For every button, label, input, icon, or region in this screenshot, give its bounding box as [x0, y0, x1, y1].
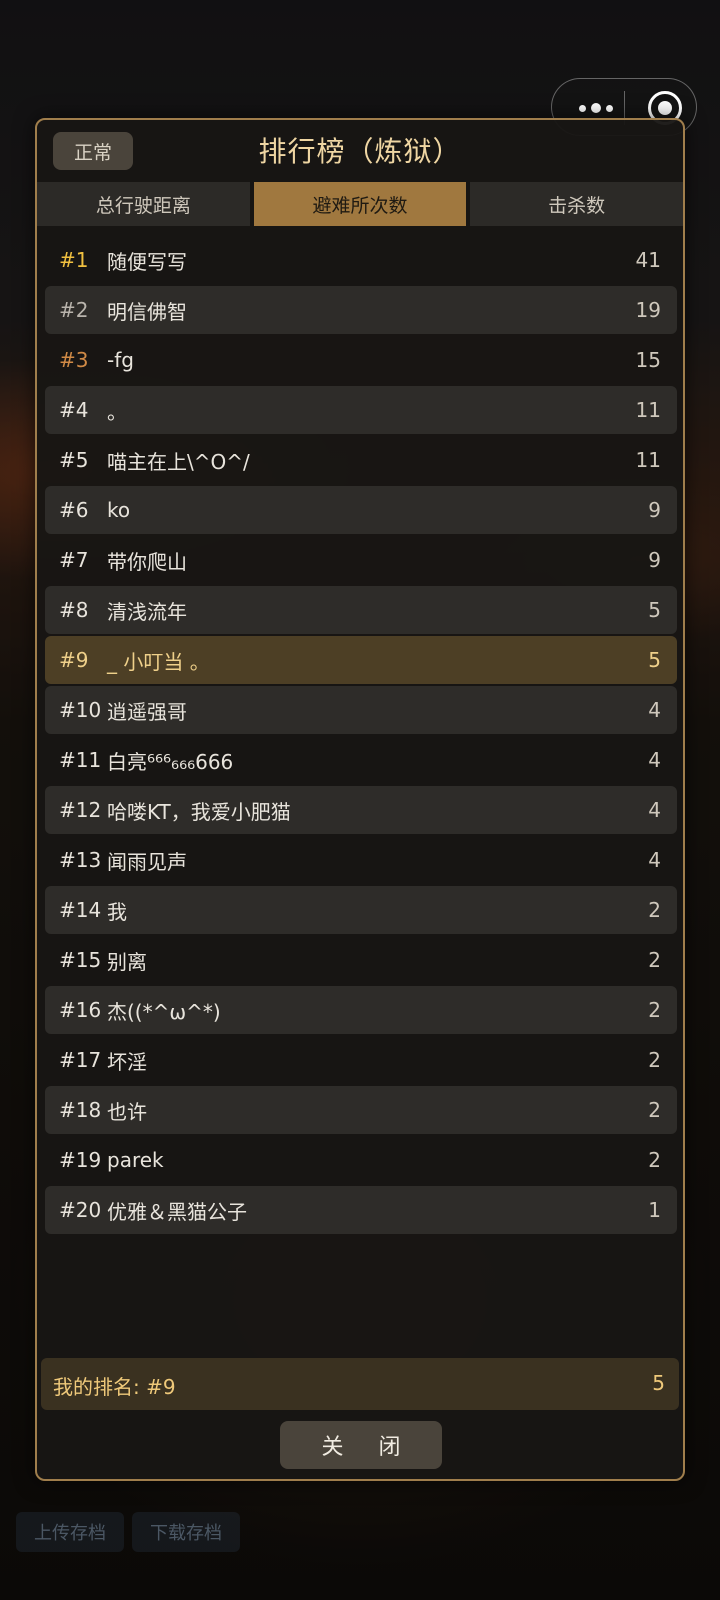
ranking-row: #9 _ 小叮当 。 5 — [45, 636, 677, 684]
row-rank: #1 — [59, 248, 89, 272]
more-menu-icon[interactable] — [570, 97, 622, 119]
ranking-row: #2 明信佛智 19 — [45, 286, 677, 334]
ranking-row: #6 ko 9 — [45, 486, 677, 534]
row-rank: #14 — [59, 898, 102, 922]
row-rank: #10 — [59, 698, 102, 722]
row-player-name: 逍遥强哥 — [107, 699, 187, 724]
row-rank: #18 — [59, 1098, 102, 1122]
row-rank: #19 — [59, 1148, 102, 1172]
row-player-name: -fg — [107, 348, 134, 372]
row-rank: #3 — [59, 348, 89, 372]
ranking-row: #7 带你爬山 9 — [45, 536, 677, 584]
tab-total-distance[interactable]: 总行驶距离 — [37, 182, 250, 226]
row-player-name: _ 小叮当 。 — [107, 649, 210, 674]
row-rank: #2 — [59, 298, 89, 322]
row-rank: #15 — [59, 948, 102, 972]
tab-kill-count[interactable]: 击杀数 — [470, 182, 684, 226]
row-player-name: 清浅流年 — [107, 599, 187, 624]
row-player-name: 明信佛智 — [107, 299, 187, 324]
row-value: 1 — [648, 1198, 661, 1222]
row-rank: #9 — [59, 648, 89, 672]
ranking-row: #14 我 2 — [45, 886, 677, 934]
ranking-row: #19 parek 2 — [45, 1136, 677, 1184]
row-value: 4 — [648, 798, 661, 822]
row-player-name: 哈喽KT，我爱小肥猫 — [107, 799, 291, 824]
ranking-row: #15 别离 2 — [45, 936, 677, 984]
ranking-row: #8 清浅流年 5 — [45, 586, 677, 634]
row-player-name: 坏淫 — [107, 1049, 147, 1074]
download-save-button: 下载存档 — [132, 1512, 240, 1552]
leaderboard-panel: 正常 排行榜（炼狱） 总行驶距离 避难所次数 击杀数 #1 随便写写 41 #2 明信佛… — [35, 118, 685, 1481]
my-rank-value: 5 — [652, 1371, 665, 1395]
row-player-name: 。 — [107, 399, 127, 424]
ranking-row: #4 。 11 — [45, 386, 677, 434]
row-value: 2 — [648, 998, 661, 1022]
row-rank: #17 — [59, 1048, 102, 1072]
row-player-name: 白亮⁶⁶⁶₆₆₆666 — [107, 749, 234, 774]
row-value: 4 — [648, 698, 661, 722]
row-player-name: 别离 — [107, 949, 147, 974]
leaderboard-tabs: 总行驶距离 避难所次数 击杀数 — [37, 182, 684, 226]
row-value: 11 — [635, 448, 661, 472]
my-rank-label: 我的排名: #9 — [53, 1375, 176, 1399]
row-value: 41 — [635, 248, 661, 272]
row-player-name: 随便写写 — [107, 249, 187, 274]
row-rank: #6 — [59, 498, 89, 522]
row-player-name: parek — [107, 1148, 164, 1172]
row-value: 11 — [635, 398, 661, 422]
row-rank: #5 — [59, 448, 89, 472]
row-rank: #11 — [59, 748, 102, 772]
row-value: 2 — [648, 898, 661, 922]
my-rank-bar: 我的排名: #9 5 — [41, 1358, 679, 1410]
ranking-row: #17 坏淫 2 — [45, 1036, 677, 1084]
ranking-row: #5 喵主在上\^O^/ 11 — [45, 436, 677, 484]
row-rank: #20 — [59, 1198, 102, 1222]
row-value: 5 — [648, 648, 661, 672]
upload-save-button: 上传存档 — [16, 1512, 124, 1552]
row-value: 5 — [648, 598, 661, 622]
ranking-row: #13 闻雨见声 4 — [45, 836, 677, 884]
row-player-name: 闻雨见声 — [107, 849, 187, 874]
row-value: 19 — [635, 298, 661, 322]
row-rank: #8 — [59, 598, 89, 622]
row-value: 2 — [648, 1148, 661, 1172]
ranking-row: #18 也许 2 — [45, 1086, 677, 1134]
row-player-name: 喵主在上\^O^/ — [107, 449, 250, 474]
row-player-name: 也许 — [107, 1099, 147, 1124]
row-value: 2 — [648, 948, 661, 972]
row-rank: #4 — [59, 398, 89, 422]
ranking-row: #1 随便写写 41 — [45, 236, 677, 284]
row-value: 15 — [635, 348, 661, 372]
row-value: 2 — [648, 1048, 661, 1072]
row-rank: #13 — [59, 848, 102, 872]
row-rank: #12 — [59, 798, 102, 822]
row-value: 2 — [648, 1098, 661, 1122]
ranking-list: #1 随便写写 41 #2 明信佛智 19 #3 -fg 15 #4。 11 #5 喵主在上\^O^/1… — [45, 236, 677, 1236]
row-player-name: 我 — [107, 899, 127, 924]
row-value: 4 — [648, 848, 661, 872]
row-player-name: 带你爬山 — [107, 549, 187, 574]
row-rank: #7 — [59, 548, 89, 572]
ranking-row: #20 优雅＆黑猫公子 1 — [45, 1186, 677, 1234]
tab-shelter-count[interactable]: 避难所次数 — [253, 182, 467, 226]
row-rank: #16 — [59, 998, 102, 1022]
ranking-row: #12 哈喽KT，我爱小肥猫 4 — [45, 786, 677, 834]
row-player-name: 杰((*^ω^*) — [107, 999, 221, 1024]
ranking-row: #3 -fg 15 — [45, 336, 677, 384]
ranking-row: #16 杰((*^ω^*) 2 — [45, 986, 677, 1034]
ranking-row: #11 白亮⁶⁶⁶₆₆₆666 4 — [45, 736, 677, 784]
row-player-name: ko — [107, 498, 131, 522]
row-value: 9 — [648, 498, 661, 522]
row-value: 4 — [648, 748, 661, 772]
ranking-row: #10 逍遥强哥 4 — [45, 686, 677, 734]
row-value: 9 — [648, 548, 661, 572]
leaderboard-title: 排行榜（炼狱） — [258, 135, 462, 168]
close-button[interactable]: 关 闭 — [280, 1421, 442, 1469]
row-player-name: 优雅＆黑猫公子 — [107, 1199, 247, 1224]
